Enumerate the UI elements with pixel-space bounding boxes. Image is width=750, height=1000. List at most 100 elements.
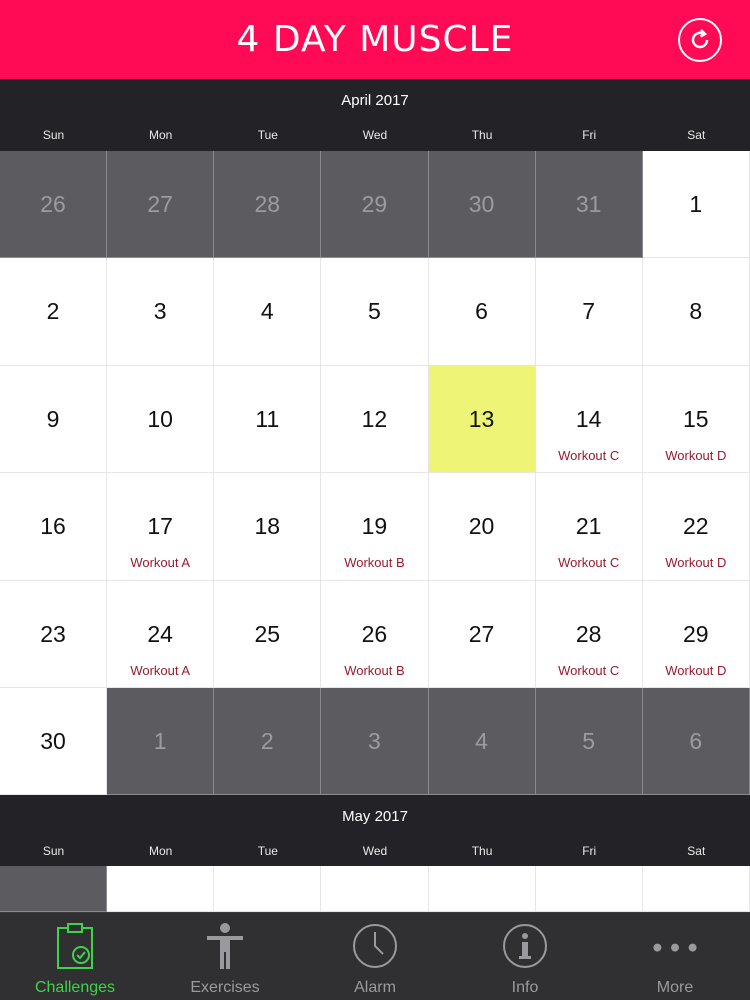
- tab-alarm[interactable]: Alarm: [300, 913, 450, 1000]
- calendar-day[interactable]: 11: [214, 365, 322, 474]
- month-title-may: May 2017: [342, 808, 408, 825]
- day-number: 2: [260, 727, 274, 754]
- day-number: 1: [153, 727, 167, 754]
- calendar-day[interactable]: 19 Workout B: [321, 473, 429, 581]
- day-number: 11: [255, 405, 280, 432]
- calendar-day[interactable]: 29: [321, 151, 429, 259]
- april-month-header: April 2017 Sun Mon Tue Wed Thu Fri Sat: [0, 79, 750, 151]
- tab-more[interactable]: More: [600, 913, 750, 1000]
- workout-label: Workout C: [558, 447, 620, 463]
- day-number: 1: [689, 191, 703, 217]
- day-number: 30: [40, 727, 66, 754]
- day-number: 4: [260, 298, 274, 325]
- tab-label: More: [656, 979, 694, 996]
- calendar-day[interactable]: 4: [214, 258, 322, 366]
- calendar-day-today[interactable]: 13: [428, 365, 536, 474]
- calendar-day[interactable]: 3: [321, 687, 429, 796]
- may-calendar-grid: [0, 866, 750, 912]
- weekday-label: Sat: [687, 128, 706, 142]
- calendar-day[interactable]: 10: [107, 365, 215, 474]
- app-title: 4 DAY MUSCLE: [236, 19, 514, 60]
- info-icon: [501, 921, 549, 971]
- weekday-label: Fri: [582, 844, 597, 858]
- calendar-day[interactable]: 12: [321, 365, 429, 474]
- calendar-day[interactable]: 2: [0, 258, 108, 366]
- tab-challenges[interactable]: Challenges: [0, 913, 150, 1000]
- day-number: 29: [683, 620, 709, 647]
- day-number: 28: [575, 620, 602, 647]
- weekday-label: Fri: [582, 128, 597, 142]
- calendar-day[interactable]: [321, 866, 429, 912]
- day-number: 3: [153, 298, 167, 325]
- calendar-day[interactable]: 5: [535, 687, 643, 796]
- calendar-day[interactable]: 3: [107, 258, 215, 366]
- calendar-day[interactable]: 4: [428, 687, 536, 796]
- calendar-day[interactable]: 6: [642, 687, 750, 796]
- weekday-row: Sun Mon Tue Wed Thu Fri Sat: [0, 119, 750, 151]
- weekday-label: Tue: [257, 128, 278, 142]
- calendar-day[interactable]: [535, 866, 643, 912]
- calendar-day[interactable]: 18: [214, 473, 322, 581]
- calendar-day[interactable]: 29 Workout D: [642, 580, 750, 688]
- tab-info[interactable]: Info: [450, 913, 600, 1000]
- calendar-day[interactable]: 9: [0, 365, 108, 474]
- calendar-day[interactable]: 16: [0, 473, 108, 581]
- calendar-day[interactable]: [428, 866, 536, 912]
- calendar-day[interactable]: 15 Workout D: [642, 365, 750, 474]
- month-title-april: April 2017: [341, 92, 409, 109]
- day-number: 14: [575, 405, 602, 432]
- weekday-row: Sun Mon Tue Wed Thu Fri Sat: [0, 835, 750, 867]
- calendar-day[interactable]: 28: [214, 151, 322, 259]
- day-number: 27: [147, 191, 173, 217]
- calendar-day[interactable]: 25: [214, 580, 322, 688]
- calendar-day[interactable]: [214, 866, 322, 912]
- tab-exercises[interactable]: Exercises: [150, 913, 300, 1000]
- refresh-button[interactable]: [678, 18, 722, 62]
- day-number: 2: [46, 298, 60, 325]
- day-number: 27: [468, 620, 495, 647]
- calendar-day[interactable]: 1: [107, 687, 215, 796]
- calendar-day[interactable]: 27: [107, 151, 215, 259]
- day-number: 10: [147, 405, 173, 432]
- day-number: 9: [46, 405, 60, 432]
- day-number: 31: [575, 191, 602, 217]
- calendar-day[interactable]: 7: [535, 258, 643, 366]
- clipboard-check-icon: [51, 921, 99, 971]
- calendar-day[interactable]: 8: [642, 258, 750, 366]
- calendar-day[interactable]: 24 Workout A: [107, 580, 215, 688]
- app-header: 4 DAY MUSCLE: [0, 0, 750, 79]
- weekday-label: Tue: [257, 844, 278, 858]
- calendar-day[interactable]: 31: [535, 151, 643, 259]
- calendar-day[interactable]: 5: [321, 258, 429, 366]
- calendar-day[interactable]: 1: [642, 151, 750, 259]
- day-number: 29: [361, 191, 388, 217]
- day-number: 7: [582, 298, 596, 325]
- day-number: 26: [361, 620, 388, 647]
- calendar-day[interactable]: 30: [0, 687, 108, 796]
- day-number: 13: [468, 405, 495, 432]
- calendar-day[interactable]: [642, 866, 750, 912]
- day-number: 12: [361, 405, 388, 432]
- calendar-day[interactable]: 17 Workout A: [107, 473, 215, 581]
- day-number: 21: [575, 513, 602, 540]
- calendar-day[interactable]: 26 Workout B: [321, 580, 429, 688]
- calendar-day[interactable]: 22 Workout D: [642, 473, 750, 581]
- calendar-day[interactable]: [0, 866, 108, 912]
- calendar-day[interactable]: 26: [0, 151, 108, 259]
- calendar-day[interactable]: 23: [0, 580, 108, 688]
- day-number: 16: [40, 513, 66, 540]
- calendar-day[interactable]: 2: [214, 687, 322, 796]
- day-number: 3: [368, 727, 381, 754]
- calendar-day[interactable]: 21 Workout C: [535, 473, 643, 581]
- calendar-day[interactable]: 30: [428, 151, 536, 259]
- calendar-day[interactable]: [107, 866, 215, 912]
- tab-bar: Challenges Exercises Alarm Info More: [0, 912, 750, 1000]
- day-number: 17: [147, 513, 173, 540]
- day-number: 15: [683, 405, 709, 432]
- calendar-day[interactable]: 14 Workout C: [535, 365, 643, 474]
- calendar-day[interactable]: 6: [428, 258, 536, 366]
- calendar-day[interactable]: 27: [428, 580, 536, 688]
- calendar-day[interactable]: 20: [428, 473, 536, 581]
- weekday-label: Mon: [149, 844, 173, 858]
- calendar-day[interactable]: 28 Workout C: [535, 580, 643, 688]
